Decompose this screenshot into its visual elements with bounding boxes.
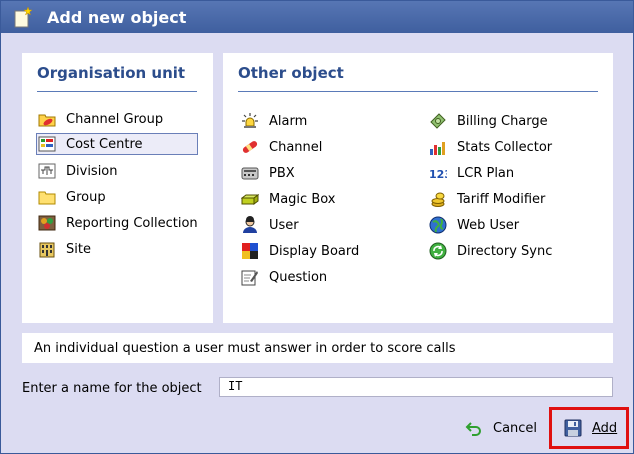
channel-group-icon: [38, 114, 56, 127]
dialog-titlebar: Add new object: [1, 1, 633, 33]
other-object-title: Other object: [238, 64, 344, 82]
other-item-label: Tariff Modifier: [457, 191, 546, 207]
billing-charge-icon: [430, 113, 446, 129]
site-building-icon: [39, 242, 55, 258]
other-item-tariff-modifier[interactable]: Tariff Modifier: [429, 188, 545, 210]
display-board-icon: [242, 243, 258, 259]
alarm-icon: [242, 113, 258, 128]
other-item-web-user[interactable]: Web User: [429, 214, 519, 236]
other-item-label: Billing Charge: [457, 113, 548, 129]
other-object-panel: Other object Alarm Channel PBX Magic Box…: [223, 53, 613, 323]
other-item-question[interactable]: Question: [241, 266, 327, 288]
cancel-button-label: Cancel: [493, 420, 538, 436]
tariff-modifier-icon: [431, 192, 445, 207]
other-item-label: Alarm: [269, 113, 308, 129]
other-item-label: Stats Collector: [457, 139, 553, 155]
organisation-unit-panel: Organisation unit Channel Group Cost Cen…: [22, 53, 213, 323]
other-item-label: PBX: [269, 165, 295, 181]
other-item-label: Magic Box: [269, 191, 336, 207]
org-item-label: Channel Group: [66, 111, 164, 127]
user-icon: [243, 216, 257, 233]
magic-box-icon: [241, 194, 259, 205]
org-item-channel-group[interactable]: Channel Group: [38, 108, 163, 130]
other-item-user[interactable]: User: [241, 214, 299, 236]
channel-icon: [242, 141, 258, 153]
add-button[interactable]: Add: [549, 407, 629, 449]
question-icon: [241, 270, 258, 286]
save-disk-icon: [564, 419, 582, 437]
org-item-cost-centre[interactable]: Cost Centre: [36, 133, 198, 155]
other-item-stats-collector[interactable]: Stats Collector: [429, 136, 552, 158]
reporting-collection-icon: [38, 215, 56, 231]
object-description: An individual question a user must answe…: [22, 333, 613, 363]
new-object-icon: [14, 6, 33, 28]
other-item-magic-box[interactable]: Magic Box: [241, 188, 336, 210]
other-item-directory-sync[interactable]: Directory Sync: [429, 240, 552, 262]
other-item-label: Directory Sync: [457, 243, 553, 259]
org-item-label: Reporting Collection: [66, 215, 198, 231]
org-item-division[interactable]: Division: [38, 160, 118, 182]
directory-sync-icon: [429, 242, 447, 260]
other-item-label: Question: [269, 269, 328, 285]
undo-arrow-icon: [465, 422, 481, 436]
other-item-billing-charge[interactable]: Billing Charge: [429, 110, 548, 132]
lcr-plan-icon: 123: [429, 168, 447, 181]
org-item-reporting-collection[interactable]: Reporting Collection: [38, 212, 198, 234]
object-name-input[interactable]: IT: [219, 377, 613, 397]
division-icon: [38, 163, 56, 179]
add-button-label: Add: [592, 420, 618, 436]
other-item-pbx[interactable]: PBX: [241, 162, 295, 184]
organisation-unit-title: Organisation unit: [37, 64, 186, 82]
add-object-dialog: Add new object Organisation unit Channel…: [0, 0, 634, 454]
object-name-label: Enter a name for the object: [22, 381, 202, 396]
web-user-icon: [429, 216, 447, 234]
pbx-icon: [241, 167, 259, 180]
stats-collector-icon: [430, 142, 445, 155]
other-item-alarm[interactable]: Alarm: [241, 110, 307, 132]
other-item-label: LCR Plan: [457, 165, 515, 181]
panel-divider: [238, 91, 598, 92]
panel-divider: [37, 91, 197, 92]
dialog-title: Add new object: [47, 8, 187, 27]
other-item-label: User: [269, 217, 299, 233]
org-item-label: Cost Centre: [66, 136, 143, 152]
org-item-label: Site: [66, 241, 91, 257]
org-item-site[interactable]: Site: [38, 238, 91, 260]
other-item-lcr-plan[interactable]: 123 LCR Plan: [429, 162, 514, 184]
cancel-button[interactable]: Cancel: [465, 419, 537, 437]
other-item-label: Display Board: [269, 243, 360, 259]
other-item-channel[interactable]: Channel: [241, 136, 322, 158]
org-item-label: Group: [66, 189, 106, 205]
org-item-label: Division: [66, 163, 118, 179]
org-item-group[interactable]: Group: [38, 186, 106, 208]
group-folder-icon: [38, 191, 56, 205]
other-item-label: Web User: [457, 217, 520, 233]
other-item-display-board[interactable]: Display Board: [241, 240, 359, 262]
other-item-label: Channel: [269, 139, 323, 155]
svg-text:123: 123: [429, 168, 447, 181]
cost-centre-icon: [38, 136, 56, 152]
